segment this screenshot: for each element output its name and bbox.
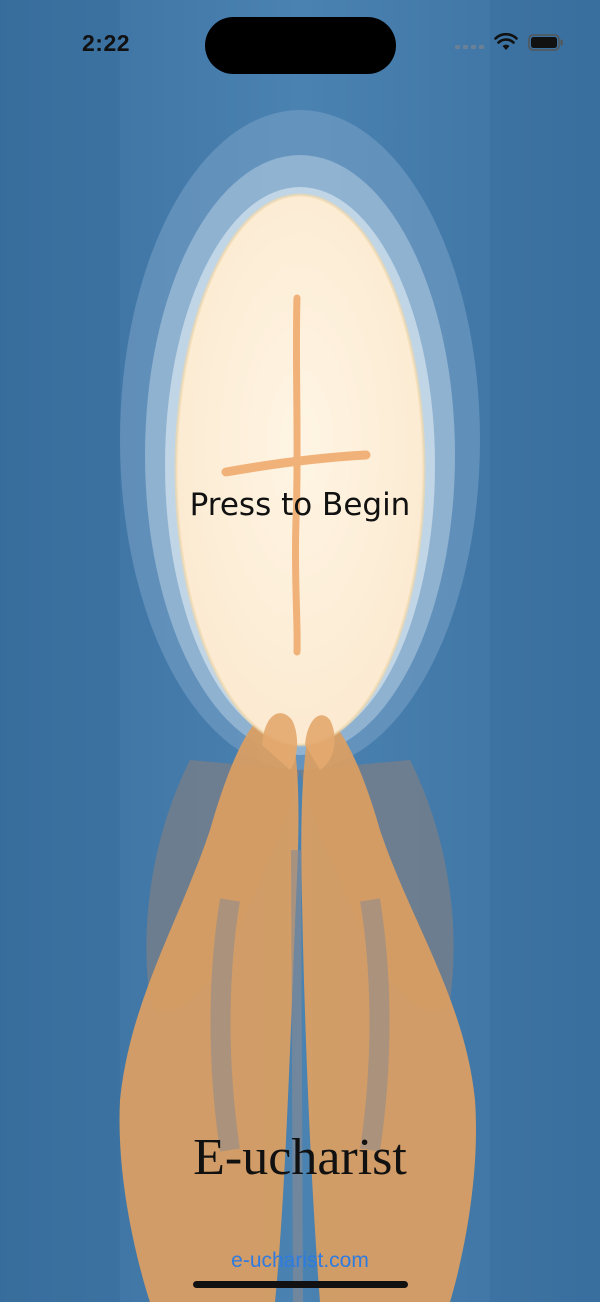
status-icons — [455, 33, 564, 51]
home-indicator[interactable] — [193, 1281, 408, 1288]
app-title: E-ucharist — [193, 1129, 407, 1186]
status-time: 2:22 — [82, 30, 131, 56]
press-to-begin-button[interactable]: Press to Begin — [0, 487, 600, 523]
website-link[interactable]: e-ucharist.com — [0, 1249, 600, 1273]
cellular-icon — [455, 35, 484, 49]
battery-icon — [528, 33, 563, 51]
dynamic-island — [205, 17, 396, 74]
app-screen: 2:22 Press to Begin E-ucharist e-ucharis… — [0, 0, 600, 1302]
wifi-icon — [494, 33, 518, 50]
eucharist-artwork — [0, 0, 600, 1302]
